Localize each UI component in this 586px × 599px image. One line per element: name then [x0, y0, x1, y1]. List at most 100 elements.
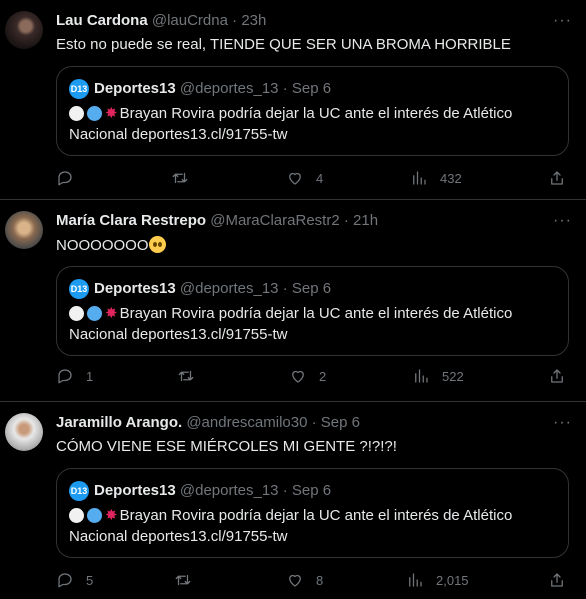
avatar[interactable]: [5, 211, 43, 249]
timestamp[interactable]: 23h: [241, 12, 266, 29]
share-icon: [551, 171, 563, 185]
white-circle-icon: [69, 105, 84, 121]
author-handle[interactable]: @andrescamilo30: [186, 414, 307, 431]
separator: ·: [282, 482, 288, 499]
tweet[interactable]: Lau Cardona @lauCrdna · 23h ··· Esto no …: [0, 0, 586, 200]
separator: ·: [282, 80, 288, 97]
timestamp[interactable]: 21h: [353, 212, 378, 229]
quoted-tweet[interactable]: D13 Deportes13 @deportes_13 · Sep 6 ✸ Br…: [56, 66, 569, 156]
separator: ·: [311, 414, 317, 431]
reply-icon: [58, 369, 72, 384]
reply-count: 1: [86, 368, 94, 384]
separator: ·: [343, 212, 349, 229]
white-circle-icon: [69, 305, 84, 321]
tweet[interactable]: María Clara Restrepo @MaraClaraRestr2 · …: [0, 200, 586, 402]
quote-header: Deportes13 @deportes_13 · Sep 6: [94, 482, 331, 499]
quote-date: Sep 6: [291, 280, 332, 297]
tweet-text: CÓMO VIENE ESE MIÉRCOLES MI GENTE ?!?!?!: [56, 438, 397, 455]
reply-count: 5: [86, 572, 94, 588]
quote-text: Brayan Rovira podría dejar la UC ante el…: [119, 506, 513, 524]
quoted-tweet[interactable]: D13 Deportes13 @deportes_13 · Sep 6 ✸ Br…: [56, 468, 569, 558]
quote-text-line1: ✸ Brayan Rovira podría dejar la UC ante …: [69, 104, 512, 122]
quote-author-name: Deportes13: [94, 80, 176, 97]
more-icon[interactable]: ···: [553, 212, 572, 230]
retweet-button[interactable]: [171, 169, 201, 187]
tweet-text: NOOOOOOO: [56, 236, 166, 254]
quote-author-name: Deportes13: [94, 280, 176, 297]
collision-icon: ✸: [105, 105, 118, 122]
tweet-actions: 5 8 2,015: [56, 571, 570, 593]
retweet-icon: [172, 172, 188, 184]
like-count: 2: [319, 368, 327, 384]
views-count: 522: [442, 368, 464, 384]
collision-icon: ✸: [105, 305, 118, 322]
share-icon: [551, 369, 563, 383]
retweet-button[interactable]: [174, 571, 204, 589]
reply-button[interactable]: 1: [56, 367, 93, 385]
author-name[interactable]: María Clara Restrepo: [56, 212, 206, 229]
reply-icon: [58, 171, 72, 186]
tweet-header: Jaramillo Arango. @andrescamilo30 · Sep …: [56, 414, 360, 431]
views-icon: [413, 171, 426, 185]
author-name[interactable]: Lau Cardona: [56, 12, 148, 29]
author-handle[interactable]: @lauCrdna: [152, 12, 228, 29]
more-icon[interactable]: ···: [553, 414, 572, 432]
views-button[interactable]: 522: [412, 367, 464, 385]
quote-author-handle: @deportes_13: [179, 280, 279, 297]
like-button[interactable]: 8: [286, 571, 323, 589]
quote-text-line1: ✸ Brayan Rovira podría dejar la UC ante …: [69, 304, 512, 322]
views-count: 432: [440, 170, 462, 186]
quoted-tweet[interactable]: D13 Deportes13 @deportes_13 · Sep 6 ✸ Br…: [56, 266, 569, 356]
quote-author-handle: @deportes_13: [179, 482, 279, 499]
quote-author-name: Deportes13: [94, 482, 176, 499]
author-handle[interactable]: @MaraClaraRestr2: [210, 212, 339, 229]
tweet-actions: 1 2 522: [56, 367, 570, 389]
quote-header: Deportes13 @deportes_13 · Sep 6: [94, 80, 331, 97]
pleading-face-icon: [148, 236, 166, 253]
quote-text-line2: Nacional deportes13.cl/91755-tw: [69, 326, 288, 343]
views-icon: [415, 369, 428, 383]
tweet[interactable]: Jaramillo Arango. @andrescamilo30 · Sep …: [0, 402, 586, 599]
tweet-header: Lau Cardona @lauCrdna · 23h: [56, 12, 266, 29]
quote-text-line2: Nacional deportes13.cl/91755-tw: [69, 126, 288, 143]
separator: ·: [282, 280, 288, 297]
tweet-text: Esto no puede se real, TIENDE QUE SER UN…: [56, 36, 511, 53]
retweet-icon: [175, 574, 191, 586]
quote-avatar: D13: [69, 279, 89, 299]
quote-date: Sep 6: [291, 482, 332, 499]
tweet-text-content: NOOOOOOO: [56, 237, 149, 254]
quote-avatar: D13: [69, 481, 89, 501]
collision-icon: ✸: [105, 507, 118, 524]
views-count: 2,015: [436, 572, 469, 588]
share-button[interactable]: [548, 169, 566, 187]
separator: ·: [232, 12, 238, 29]
retweet-button[interactable]: [177, 367, 207, 385]
share-button[interactable]: [548, 367, 566, 385]
quote-avatar: D13: [69, 79, 89, 99]
reply-button[interactable]: [56, 169, 86, 187]
author-name[interactable]: Jaramillo Arango.: [56, 414, 182, 431]
quote-header: Deportes13 @deportes_13 · Sep 6: [94, 280, 331, 297]
views-button[interactable]: 432: [410, 169, 462, 187]
reply-icon: [58, 573, 72, 588]
quote-text: Brayan Rovira podría dejar la UC ante el…: [119, 104, 513, 122]
share-button[interactable]: [548, 571, 566, 589]
retweet-icon: [178, 370, 194, 382]
like-button[interactable]: 2: [289, 367, 326, 385]
like-icon: [289, 574, 301, 587]
avatar[interactable]: [5, 413, 43, 451]
quote-text: Brayan Rovira podría dejar la UC ante el…: [119, 304, 513, 322]
like-count: 4: [316, 170, 324, 186]
views-icon: [409, 573, 422, 587]
timestamp[interactable]: Sep 6: [321, 414, 360, 431]
quote-date: Sep 6: [291, 80, 332, 97]
views-button[interactable]: 2,015: [406, 571, 469, 589]
white-circle-icon: [69, 507, 84, 523]
quote-text-line2: Nacional deportes13.cl/91755-tw: [69, 528, 288, 545]
avatar[interactable]: [5, 11, 43, 49]
like-button[interactable]: 4: [286, 169, 323, 187]
like-icon: [292, 370, 304, 383]
tweet-actions: 4 432: [56, 169, 570, 191]
reply-button[interactable]: 5: [56, 571, 93, 589]
more-icon[interactable]: ···: [553, 12, 572, 30]
